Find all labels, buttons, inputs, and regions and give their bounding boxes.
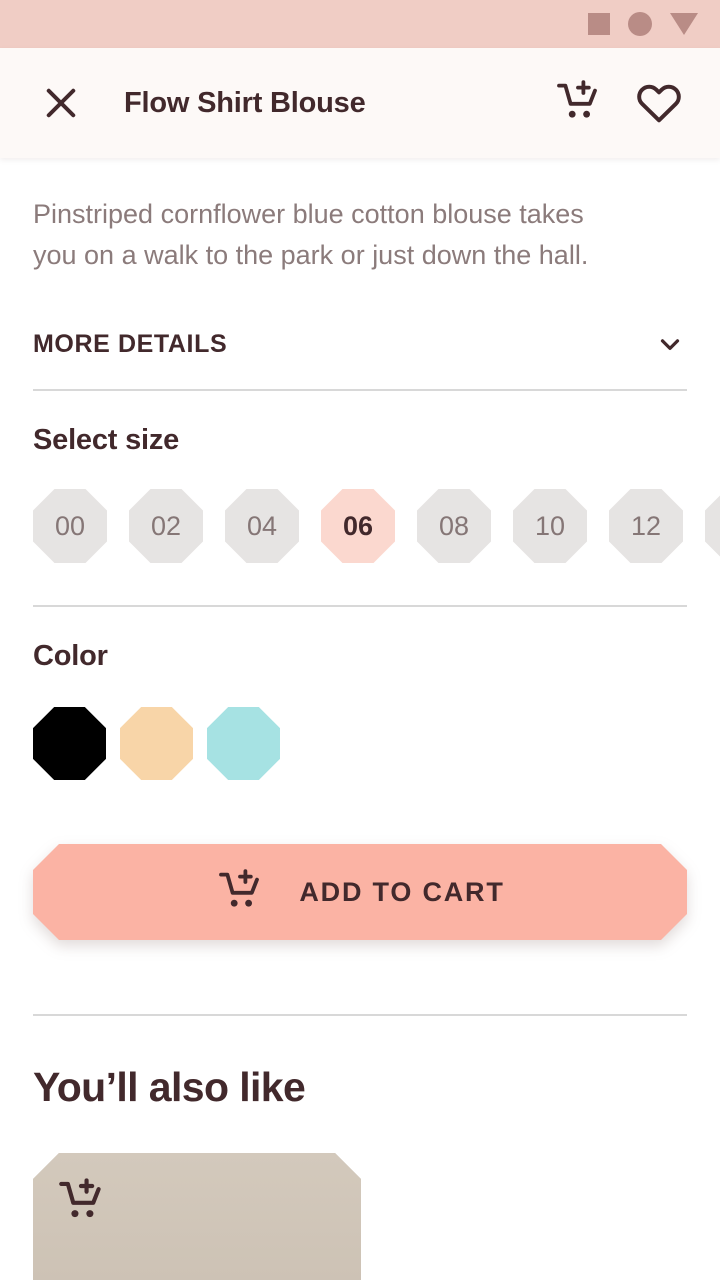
list-item[interactable] [33,1153,361,1280]
more-details-toggle[interactable]: MORE DETAILS [0,275,720,361]
size-chip-06[interactable]: 06 [321,489,395,563]
add-to-cart-container: ADD TO CART [0,780,720,940]
add-to-cart-icon[interactable] [55,1175,109,1229]
size-chip-08[interactable]: 08 [417,489,491,563]
size-chip-04[interactable]: 04 [225,489,299,563]
add-to-cart-icon[interactable] [550,74,608,132]
size-chip-14[interactable]: 14 [705,489,720,563]
size-chip-02[interactable]: 02 [129,489,203,563]
size-chip-10[interactable]: 10 [513,489,587,563]
size-section-title: Select size [33,424,180,456]
product-description: Pinstriped cornflower blue cotton blouse… [33,199,589,270]
size-chip-12[interactable]: 12 [609,489,683,563]
app-bar: Flow Shirt Blouse [0,48,720,158]
circle-icon [628,12,652,36]
heart-icon[interactable] [630,74,688,132]
color-swatch-black[interactable] [33,707,106,780]
recommendations-title: You’ll also like [33,1064,306,1110]
recommendations-list [0,1111,720,1280]
size-options: 00 02 04 06 08 10 12 14 [0,457,720,563]
chevron-down-icon [653,327,687,361]
color-options [0,673,720,780]
color-swatch-peach[interactable] [120,707,193,780]
add-to-cart-icon [215,866,267,918]
more-details-label: MORE DETAILS [33,329,228,358]
color-swatch-light-blue[interactable] [207,707,280,780]
add-to-cart-button[interactable]: ADD TO CART [33,844,687,940]
size-chip-00[interactable]: 00 [33,489,107,563]
color-section-title: Color [33,640,108,672]
status-bar [0,0,720,48]
page-title: Flow Shirt Blouse [124,86,366,119]
product-detail-screen: Flow Shirt Blouse Pinstriped cornflower … [0,0,720,1280]
product-content: Pinstriped cornflower blue cotton blouse… [0,158,720,1280]
add-to-cart-label: ADD TO CART [299,876,505,907]
triangle-down-icon [670,13,698,35]
close-icon[interactable] [34,76,88,130]
square-icon [588,13,610,35]
